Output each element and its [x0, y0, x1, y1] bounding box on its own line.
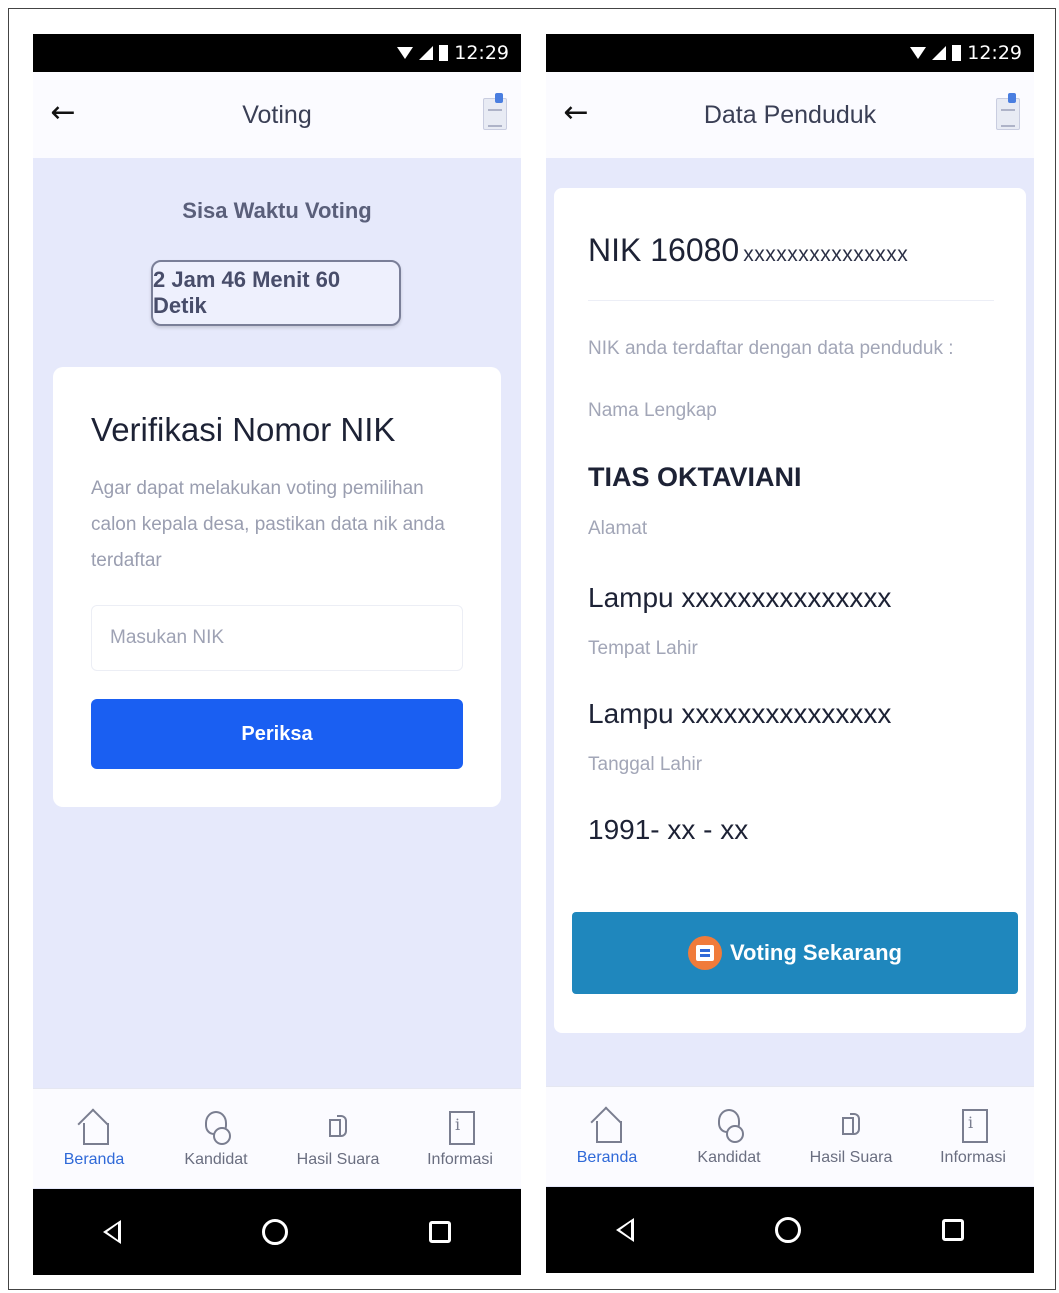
document-icon[interactable]: [996, 93, 1020, 130]
back-arrow-icon[interactable]: ←: [47, 98, 79, 130]
nav-item-hasil-suara[interactable]: Hasil Suara: [283, 1109, 393, 1169]
nav-label: Hasil Suara: [809, 1148, 893, 1166]
field-label-alamat: Alamat: [588, 518, 648, 539]
nav-label: Informasi: [940, 1148, 1006, 1166]
bottom-navigation: Beranda Kandidat Hasil Suara Informasi: [33, 1088, 521, 1188]
card-title: Verifikasi Nomor NIK: [91, 411, 396, 448]
nav-item-kandidat[interactable]: Kandidat: [674, 1107, 784, 1167]
header-strip: [546, 158, 1034, 188]
nav-label: Beranda: [576, 1148, 638, 1166]
field-value-tanggal-lahir: 1991- xx - xx: [588, 814, 749, 845]
nav-label: Beranda: [63, 1150, 125, 1168]
countdown-timer: 2 Jam 46 Menit 60 Detik: [151, 260, 401, 326]
check-button[interactable]: Periksa: [91, 699, 463, 769]
home-icon: [77, 1109, 111, 1145]
nik-verification-card: Verifikasi Nomor NIK Agar dapat melakuka…: [53, 367, 501, 807]
field-value-tempat-lahir: Lampu xxxxxxxxxxxxxxx: [588, 698, 892, 729]
system-back-icon[interactable]: [103, 1220, 122, 1244]
app-bar: ← Data Penduduk: [546, 72, 1034, 158]
signal-icon: [419, 46, 434, 60]
megaphone-icon: [834, 1107, 868, 1143]
page-title: Voting: [242, 100, 312, 129]
nik-masked: xxxxxxxxxxxxxxx: [743, 243, 909, 266]
status-time: 12:29: [454, 42, 509, 64]
bottom-navigation: Beranda Kandidat Hasil Suara Informasi: [546, 1086, 1034, 1186]
system-recents-icon[interactable]: [941, 1219, 964, 1241]
vote-now-label: Voting Sekarang: [730, 940, 902, 965]
timer-label: Sisa Waktu Voting: [182, 198, 372, 223]
signal-icon: [932, 46, 947, 60]
document-icon[interactable]: [483, 93, 507, 130]
field-label-nama: Nama Lengkap: [588, 400, 717, 421]
candidate-icon: [712, 1107, 746, 1143]
status-time: 12:29: [967, 42, 1022, 64]
system-recents-icon[interactable]: [428, 1221, 451, 1243]
back-arrow-icon[interactable]: ←: [560, 98, 592, 130]
nav-item-hasil-suara[interactable]: Hasil Suara: [796, 1107, 906, 1167]
status-bar: 12:29: [33, 34, 521, 72]
phone-data-penduduk-screen: 12:29 ← Data Penduduk NIK 16080 xxxxxxxxx…: [546, 34, 1034, 1273]
nav-item-beranda[interactable]: Beranda: [39, 1109, 149, 1169]
status-bar: 12:29: [546, 34, 1034, 72]
system-home-icon[interactable]: [261, 1219, 288, 1245]
nav-item-kandidat[interactable]: Kandidat: [161, 1109, 271, 1169]
field-label-tempat-lahir: Tempat Lahir: [588, 638, 698, 659]
nav-label: Kandidat: [184, 1150, 248, 1168]
info-document-icon: [443, 1109, 477, 1145]
info-document-icon: [956, 1107, 990, 1143]
system-navigation-bar: [33, 1189, 521, 1275]
vote-now-button[interactable]: Voting Sekarang: [572, 912, 1018, 994]
megaphone-icon: [321, 1109, 355, 1145]
system-home-icon[interactable]: [774, 1217, 801, 1243]
nik-input[interactable]: [91, 605, 463, 671]
field-label-tanggal-lahir: Tanggal Lahir: [588, 754, 703, 775]
nav-item-informasi[interactable]: Informasi: [405, 1109, 515, 1169]
nik-number: NIK 16080 xxxxxxxxxxxxxxx: [588, 232, 908, 269]
wifi-icon: [397, 47, 414, 59]
nik-prefix: NIK 16080: [588, 232, 740, 268]
phone-voting-screen: 12:29 ← Voting Sisa Waktu Voting 2 Jam 4…: [33, 34, 521, 1275]
card-description: Agar dapat melakukan voting pemilihan ca…: [91, 478, 445, 571]
app-bar: ← Voting: [33, 72, 521, 158]
field-value-nama: TIAS OKTAVIANI: [588, 462, 802, 492]
home-icon: [590, 1107, 624, 1143]
battery-icon: [439, 45, 449, 61]
registered-note: NIK anda terdaftar dengan data penduduk …: [588, 338, 954, 359]
page-title: Data Penduduk: [703, 100, 877, 129]
field-value-alamat: Lampu xxxxxxxxxxxxxxx: [588, 582, 892, 613]
wifi-icon: [910, 47, 927, 59]
system-navigation-bar: [546, 1187, 1034, 1273]
nav-item-beranda[interactable]: Beranda: [552, 1107, 662, 1167]
system-back-icon[interactable]: [616, 1218, 635, 1242]
nav-label: Informasi: [427, 1150, 493, 1168]
candidate-icon: [199, 1109, 233, 1145]
ballot-icon: [688, 936, 723, 970]
divider: [588, 300, 994, 301]
battery-icon: [952, 45, 962, 61]
resident-data-card: NIK 16080 xxxxxxxxxxxxxxx NIK anda terdaf…: [554, 188, 1026, 1033]
nav-item-informasi[interactable]: Informasi: [918, 1107, 1028, 1167]
nav-label: Kandidat: [697, 1148, 761, 1166]
nav-label: Hasil Suara: [296, 1150, 380, 1168]
